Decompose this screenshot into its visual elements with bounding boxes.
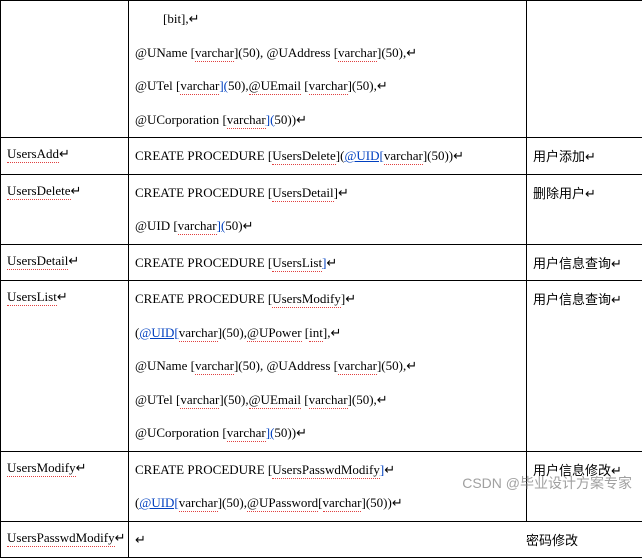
procedure-name-cell <box>1 1 129 138</box>
procedure-name-cell: UsersDelete↵ <box>1 174 129 244</box>
table-row: UsersDelete↵CREATE PROCEDURE [UsersDetai… <box>1 174 642 244</box>
code-line: @UName [varchar](50), @UAddress [varchar… <box>135 43 520 63</box>
procedure-name-cell: UsersAdd↵ <box>1 138 129 175</box>
procedure-code-cell: [bit],↵ @UName [varchar](50), @UAddress [… <box>129 1 527 138</box>
procedure-merged-cell: ↵ 密码修改 <box>129 521 642 558</box>
procedure-code-cell: CREATE PROCEDURE [UsersModify]↵ (@UID[var… <box>129 281 527 452</box>
description-cell: 用户添加↵ <box>527 138 642 175</box>
code-line: CREATE PROCEDURE [UsersDetail]↵ <box>135 183 520 203</box>
description-text: 密码修改 <box>526 530 636 550</box>
code-line: @UTel [varchar](50),@UEmail [varchar](50… <box>135 76 520 96</box>
procedure-code-cell: CREATE PROCEDURE [UsersDetail]↵ @UID [var… <box>129 174 527 244</box>
code-line: @UCorporation [varchar](50))↵ <box>135 110 520 130</box>
code-line: @UTel [varchar](50),@UEmail [varchar](50… <box>135 390 520 410</box>
code-line: @UCorporation [varchar](50))↵ <box>135 423 520 443</box>
description-text: 用户信息查询 <box>533 256 611 271</box>
code-line: (@UID[varchar](50),@UPassword[varchar](5… <box>135 493 520 513</box>
table-row: UsersPasswdModify↵ ↵ 密码修改 <box>1 521 642 558</box>
description-cell: 用户信息修改↵ <box>527 451 642 521</box>
code-line: (@UID[varchar](50),@UPower [int],↵ <box>135 323 520 343</box>
code-line: ↵ <box>135 530 145 550</box>
procedure-name-cell: UsersPasswdModify↵ <box>1 521 129 558</box>
code-line: @UName [varchar](50), @UAddress [varchar… <box>135 356 520 376</box>
description-text: 删除用户 <box>533 186 585 201</box>
code-line: CREATE PROCEDURE [UsersDelete](@UID[varc… <box>135 146 520 166</box>
description-cell <box>527 1 642 138</box>
code-line: [bit],↵ <box>135 9 520 29</box>
code-line: CREATE PROCEDURE [UsersModify]↵ <box>135 289 520 309</box>
procedure-name-cell: UsersModify↵ <box>1 451 129 521</box>
description-cell: 删除用户↵ <box>527 174 642 244</box>
table-row: UsersModify↵CREATE PROCEDURE [UsersPassw… <box>1 451 642 521</box>
table-row: UsersDetail↵ CREATE PROCEDURE [UsersList]… <box>1 244 642 281</box>
code-line: CREATE PROCEDURE [UsersList]↵ <box>135 253 520 273</box>
description-text: 用户信息查询 <box>533 292 611 307</box>
procedure-name-cell: UsersList↵ <box>1 281 129 452</box>
code-line: CREATE PROCEDURE [UsersPasswdModify]↵ <box>135 460 520 480</box>
table-row: [bit],↵ @UName [varchar](50), @UAddress [… <box>1 1 642 138</box>
procedure-name-cell: UsersDetail↵ <box>1 244 129 281</box>
description-text: 用户信息修改 <box>533 463 611 478</box>
description-cell: 用户信息查询↵ <box>527 244 642 281</box>
procedure-table: [bit],↵ @UName [varchar](50), @UAddress [… <box>0 0 642 558</box>
procedure-code-cell: CREATE PROCEDURE [UsersPasswdModify]↵ (@U… <box>129 451 527 521</box>
code-line: @UID [varchar](50)↵ <box>135 216 520 236</box>
description-cell: 用户信息查询↵ <box>527 281 642 452</box>
procedure-code-cell: CREATE PROCEDURE [UsersDelete](@UID[varc… <box>129 138 527 175</box>
table-row: UsersAdd↵ CREATE PROCEDURE [UsersDelete](… <box>1 138 642 175</box>
table-row: UsersList↵CREATE PROCEDURE [UsersModify]… <box>1 281 642 452</box>
procedure-code-cell: CREATE PROCEDURE [UsersList]↵ <box>129 244 527 281</box>
description-text: 用户添加 <box>533 149 585 164</box>
